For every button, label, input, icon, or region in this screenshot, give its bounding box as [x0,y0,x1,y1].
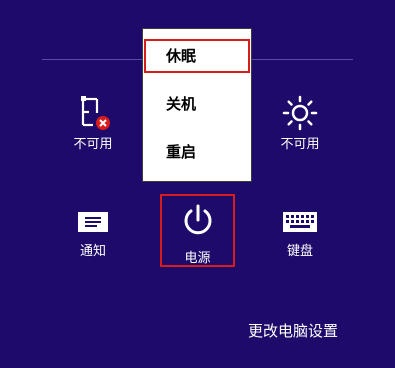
brightness-tile[interactable]: 不可用 [260,95,340,153]
keyboard-label: 键盘 [286,244,313,259]
keyboard-tile[interactable]: 键盘 [260,210,340,260]
notifications-label: 通知 [79,244,106,259]
keyboard-icon [283,212,317,232]
power-icon [184,204,211,235]
power-menu: 休眠 关机 重启 [142,28,252,182]
change-pc-settings-link[interactable]: 更改电脑设置 [248,320,338,341]
menu-item-shutdown[interactable]: 关机 [144,87,250,121]
network-unavailable-icon [81,96,110,130]
power-label: 电源 [184,251,211,266]
power-tile[interactable]: 电源 [160,194,235,267]
menu-item-restart[interactable]: 重启 [144,135,250,169]
notifications-tile[interactable]: 通知 [53,210,133,260]
brightness-icon [282,95,318,131]
network-tile[interactable]: 不可用 [53,95,133,153]
menu-item-sleep[interactable]: 休眠 [144,39,250,73]
network-label: 不可用 [73,137,113,152]
brightness-label: 不可用 [280,137,320,152]
notifications-icon [78,212,108,232]
